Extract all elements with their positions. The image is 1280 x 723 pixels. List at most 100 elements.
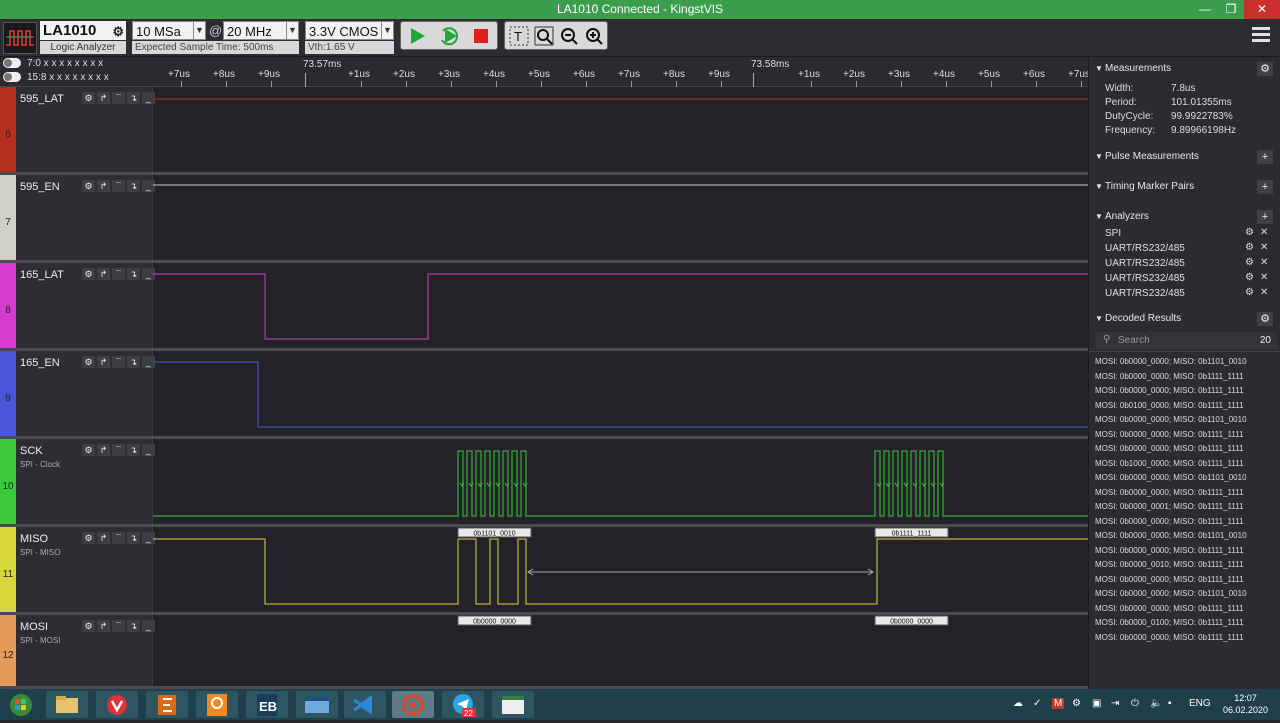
decoded-search-input[interactable]: ⚲ Search 20 [1095, 332, 1277, 349]
channel-595-lat[interactable]: 6 595_LAT ⚙ ↱ ¯ ↴ _ [0, 87, 1088, 175]
taskbar-vscode-icon[interactable] [344, 691, 386, 718]
decoded-result-row[interactable]: MOSI: 0b0000_0000; MISO: 0b1101_0010 [1095, 531, 1247, 540]
mosi-decode-label[interactable]: 0b0000_0000 [457, 615, 532, 626]
gear-icon[interactable]: ⚙ [82, 180, 95, 192]
high-level-trigger-icon[interactable]: ¯ [112, 92, 125, 104]
decoded-result-row[interactable]: MOSI: 0b0000_0000; MISO: 0b1101_0010 [1095, 415, 1247, 424]
channel-mosi[interactable]: 12 MOSI SPI - MOSI ⚙ ↱ ¯ ↴ _ 0b0000_0000 0b0000_0… [0, 615, 1088, 689]
rising-edge-trigger-icon[interactable]: ↱ [97, 356, 110, 368]
taskbar-kicad-icon[interactable] [146, 691, 188, 718]
rising-edge-trigger-icon[interactable]: ↱ [97, 444, 110, 456]
waveform-595-lat[interactable] [153, 87, 1088, 172]
channel-165-en[interactable]: 9 165_EN ⚙ ↱ ¯ ↴ _ [0, 351, 1088, 439]
hamburger-menu-icon[interactable] [1252, 27, 1270, 43]
tray-language[interactable]: ENG [1189, 698, 1211, 709]
waveform-595-en[interactable] [153, 175, 1088, 260]
minimize-button[interactable]: — [1192, 0, 1218, 19]
decoded-result-row[interactable]: MOSI: 0b0000_0010; MISO: 0b1111_1111 [1095, 560, 1244, 569]
gear-icon[interactable]: ⚙ [82, 268, 95, 280]
taskbar-app-icon[interactable] [492, 691, 534, 718]
text-tool-icon[interactable]: T [509, 26, 529, 46]
collapse-triangle-icon[interactable]: ▼ [1095, 152, 1103, 161]
decoded-result-row[interactable]: MOSI: 0b0000_0000; MISO: 0b1111_1111 [1095, 386, 1244, 395]
decoded-result-row[interactable]: MOSI: 0b1000_0000; MISO: 0b1111_1111 [1095, 459, 1244, 468]
toggle-icon[interactable] [3, 58, 21, 69]
waveform-miso[interactable]: 0b1101_0010 0b1111_1111 [153, 527, 1088, 612]
rising-edge-trigger-icon[interactable]: ↱ [97, 92, 110, 104]
taskbar-pdf-icon[interactable] [196, 691, 238, 718]
zoom-in-icon[interactable] [584, 26, 604, 46]
channel-label-panel[interactable]: 7 595_EN ⚙ ↱ ¯ ↴ _ [0, 175, 155, 260]
high-level-trigger-icon[interactable]: ¯ [112, 444, 125, 456]
gear-icon[interactable]: ⚙ [82, 620, 95, 632]
falling-edge-trigger-icon[interactable]: ↴ [127, 532, 140, 544]
taskbar-explorer-icon[interactable] [46, 691, 88, 718]
close-icon[interactable]: ✕ [1260, 272, 1268, 283]
start-icon[interactable] [409, 27, 427, 45]
high-level-trigger-icon[interactable]: ¯ [112, 620, 125, 632]
channel-mask-row-high[interactable]: 15:8 x x x x x x x x [0, 72, 152, 85]
device-name[interactable]: LA1010 ⚙ [40, 21, 126, 40]
collapse-triangle-icon[interactable]: ▼ [1095, 64, 1103, 73]
tray-signal-icon[interactable]: ▪ [1168, 698, 1172, 709]
restore-button[interactable]: ❐ [1218, 0, 1244, 19]
gear-icon[interactable]: ⚙ [1257, 312, 1273, 326]
channel-label-panel[interactable]: 6 595_LAT ⚙ ↱ ¯ ↴ _ [0, 87, 155, 172]
decoded-result-row[interactable]: MOSI: 0b0000_0000; MISO: 0b1111_1111 [1095, 372, 1244, 381]
zoom-fit-icon[interactable] [534, 26, 554, 46]
taskbar-telegram-icon[interactable]: 22 [442, 691, 484, 718]
miso-decode-label[interactable]: 0b1101_0010 [457, 527, 532, 538]
sample-depth-select[interactable]: 10 MSa ▼ [132, 21, 206, 40]
channel-name[interactable]: 165_EN [20, 357, 60, 369]
time-ruler[interactable]: 7:0 x x x x x x x x 15:8 x x x x x x x x… [0, 57, 1090, 87]
channel-595-en[interactable]: 7 595_EN ⚙ ↱ ¯ ↴ _ [0, 175, 1088, 263]
decoded-results-header[interactable]: ▼ Decoded Results ⚙ [1089, 309, 1280, 329]
tray-power-icon[interactable]: ⏻ [1131, 698, 1139, 709]
decoded-result-row[interactable]: MOSI: 0b0000_0000; MISO: 0b1111_1111 [1095, 444, 1244, 453]
repeat-start-icon[interactable] [439, 26, 461, 46]
channel-name[interactable]: 165_LAT [20, 269, 64, 281]
gear-icon[interactable]: ⚙ [82, 92, 95, 104]
decoded-result-row[interactable]: MOSI: 0b0000_0000; MISO: 0b1111_1111 [1095, 575, 1244, 584]
decoded-result-row[interactable]: MOSI: 0b0100_0000; MISO: 0b1111_1111 [1095, 401, 1244, 410]
rising-edge-trigger-icon[interactable]: ↱ [97, 532, 110, 544]
tray-check-icon[interactable]: ✓ [1033, 698, 1041, 709]
tray-volume-icon[interactable]: 🔈 [1150, 698, 1162, 709]
close-button[interactable]: ✕ [1244, 0, 1280, 19]
analyzer-item[interactable]: UART/RS232/485 [1105, 273, 1185, 284]
channel-label-panel[interactable]: 11 MISO SPI - MISO ⚙ ↱ ¯ ↴ _ [0, 527, 155, 612]
decoded-result-row[interactable]: MOSI: 0b0000_0000; MISO: 0b1111_1111 [1095, 517, 1244, 526]
timing-marker-pairs-header[interactable]: ▼ Timing Marker Pairs + [1089, 177, 1280, 197]
taskbar-window-icon[interactable] [296, 691, 338, 718]
decoded-result-row[interactable]: MOSI: 0b0000_0000; MISO: 0b1111_1111 [1095, 604, 1244, 613]
sample-rate-select[interactable]: 20 MHz ▼ [223, 21, 299, 40]
analyzer-item[interactable]: UART/RS232/485 [1105, 288, 1185, 299]
channel-sck[interactable]: 10 SCK SPI - Clock ⚙ ↱ ¯ ↴ _ [0, 439, 1088, 527]
analyzer-item[interactable]: UART/RS232/485 [1105, 243, 1185, 254]
channel-label-panel[interactable]: 10 SCK SPI - Clock ⚙ ↱ ¯ ↴ _ [0, 439, 155, 524]
high-level-trigger-icon[interactable]: ¯ [112, 356, 125, 368]
close-icon[interactable]: ✕ [1260, 227, 1268, 238]
close-icon[interactable]: ✕ [1260, 287, 1268, 298]
gear-icon[interactable]: ⚙ [1257, 62, 1273, 76]
waveform-sck[interactable] [153, 439, 1088, 524]
decoded-result-row[interactable]: MOSI: 0b0000_0000; MISO: 0b1111_1111 [1095, 633, 1244, 642]
mosi-decode-label[interactable]: 0b0000_0000 [874, 615, 949, 626]
analyzer-item[interactable]: UART/RS232/485 [1105, 258, 1185, 269]
falling-edge-trigger-icon[interactable]: ↴ [127, 620, 140, 632]
collapse-triangle-icon[interactable]: ▼ [1095, 182, 1103, 191]
decoded-result-row[interactable]: MOSI: 0b0000_0000; MISO: 0b1101_0010 [1095, 357, 1247, 366]
falling-edge-trigger-icon[interactable]: ↴ [127, 92, 140, 104]
falling-edge-trigger-icon[interactable]: ↴ [127, 180, 140, 192]
taskbar-kingstvis-icon[interactable] [392, 691, 434, 718]
waveform-165-en[interactable] [153, 351, 1088, 436]
decoded-result-row[interactable]: MOSI: 0b0000_0000; MISO: 0b1111_1111 [1095, 488, 1244, 497]
falling-edge-trigger-icon[interactable]: ↴ [127, 356, 140, 368]
taskbar-eb-icon[interactable]: EB [246, 691, 288, 718]
collapse-triangle-icon[interactable]: ▼ [1095, 212, 1103, 221]
falling-edge-trigger-icon[interactable]: ↴ [127, 444, 140, 456]
close-icon[interactable]: ✕ [1260, 242, 1268, 253]
channel-165-lat[interactable]: 8 165_LAT ⚙ ↱ ¯ ↴ _ [0, 263, 1088, 351]
gear-icon[interactable]: ⚙ [82, 444, 95, 456]
add-icon[interactable]: + [1257, 210, 1273, 224]
